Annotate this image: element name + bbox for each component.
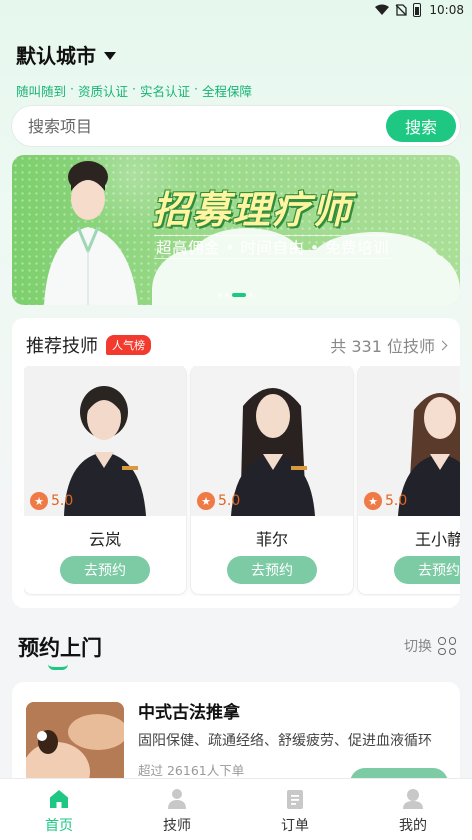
feature-separator: · xyxy=(194,81,198,96)
view-switch[interactable]: 切换 xyxy=(404,636,456,656)
city-selector[interactable]: 默认城市 xyxy=(0,20,472,69)
home-icon xyxy=(50,790,68,808)
order-icon xyxy=(287,790,303,809)
book-button[interactable]: 去预约 xyxy=(227,556,317,584)
tab-orders[interactable]: 订单 xyxy=(236,779,354,840)
banner-subtitle: 超高佣金 • 时间自由 • 免费培训 xyxy=(154,235,391,259)
technician-rating: ★ 5.0 xyxy=(197,492,240,510)
service-orders: 超过 26161人下单 xyxy=(138,763,245,778)
feature-separator: · xyxy=(132,81,136,96)
switch-label: 切换 xyxy=(404,639,432,655)
rating-value: 5.0 xyxy=(51,493,74,509)
indicator-dot xyxy=(218,293,222,297)
banner-therapist-image xyxy=(44,161,138,305)
tab-bar: 首页 技师 订单 我的 xyxy=(0,778,472,840)
book-button[interactable]: 去预约 xyxy=(60,556,150,584)
recommend-section: 推荐技师 人气榜 共 331 位技师 ★ 5.0 云岚 去预约 ★ 5.0 菲尔… xyxy=(12,318,460,608)
profile-icon xyxy=(403,789,423,809)
no-sim-icon xyxy=(395,4,408,16)
technician-rating: ★ 5.0 xyxy=(30,492,73,510)
city-label: 默认城市 xyxy=(16,44,96,68)
tab-home[interactable]: 首页 xyxy=(0,779,118,840)
feature-item: 随叫随到 xyxy=(16,84,67,99)
caret-down-icon xyxy=(104,51,116,60)
technician-list[interactable]: ★ 5.0 云岚 去预约 ★ 5.0 菲尔 去预约 ★ 5.0 王小静 去预约 xyxy=(24,366,460,596)
star-icon: ★ xyxy=(364,492,382,510)
status-time: 10:08 xyxy=(429,3,464,17)
status-icons xyxy=(375,3,422,17)
recommend-title: 推荐技师 xyxy=(26,336,98,357)
recruit-banner[interactable]: 招募理疗师 超高佣金 • 时间自由 • 免费培训 xyxy=(12,155,460,305)
status-bar: 10:08 xyxy=(0,0,472,20)
star-icon: ★ xyxy=(197,492,215,510)
feature-item: 全程保障 xyxy=(202,84,253,99)
search-input[interactable] xyxy=(28,116,386,136)
feature-item: 实名认证 xyxy=(140,84,191,99)
tab-technician[interactable]: 技师 xyxy=(118,779,236,840)
book-button[interactable]: 去预约 xyxy=(394,556,460,584)
technician-count-link[interactable]: 共 331 位技师 xyxy=(330,333,448,357)
section-title: 预约上门 xyxy=(18,636,102,660)
recommend-header: 推荐技师 人气榜 共 331 位技师 xyxy=(12,318,460,358)
search-bar: 搜索 xyxy=(12,106,460,146)
section-underline xyxy=(48,664,68,670)
star-icon: ★ xyxy=(30,492,48,510)
indicator-dot xyxy=(249,293,253,297)
banner-title: 招募理疗师 xyxy=(152,188,353,232)
technician-card[interactable]: ★ 5.0 云岚 去预约 xyxy=(24,366,186,594)
chevron-right-icon xyxy=(437,340,448,350)
banner-indicator xyxy=(218,293,253,297)
wifi-icon xyxy=(375,4,390,15)
tab-profile[interactable]: 我的 xyxy=(354,779,472,840)
technician-count: 共 331 位技师 xyxy=(330,337,435,356)
feature-list: 随叫随到 · 资质认证 · 实名认证 · 全程保障 xyxy=(0,69,472,100)
feature-item: 资质认证 xyxy=(78,84,129,99)
service-name: 中式古法推拿 xyxy=(138,703,240,723)
search-button[interactable]: 搜索 xyxy=(386,110,456,142)
indicator-dot xyxy=(225,293,229,297)
battery-icon xyxy=(413,3,422,17)
tab-label: 首页 xyxy=(45,818,73,834)
tab-label: 技师 xyxy=(163,818,191,834)
technician-name: 菲尔 xyxy=(255,530,288,549)
rating-value: 5.0 xyxy=(218,493,241,509)
popular-badge: 人气榜 xyxy=(106,335,151,355)
technician-rating: ★ 5.0 xyxy=(364,492,407,510)
tab-label: 我的 xyxy=(399,818,427,834)
rating-value: 5.0 xyxy=(385,493,408,509)
service-description: 固阳保健、疏通经络、舒缓疲劳、促进血液循环 xyxy=(138,733,432,749)
grid-icon xyxy=(438,637,456,655)
technician-card[interactable]: ★ 5.0 菲尔 去预约 xyxy=(191,366,353,594)
feature-separator: · xyxy=(70,81,74,96)
technician-icon xyxy=(168,789,186,809)
indicator-dot-active xyxy=(232,293,246,297)
technician-name: 王小静 xyxy=(414,530,460,549)
tab-label: 订单 xyxy=(281,818,309,834)
technician-card[interactable]: ★ 5.0 王小静 去预约 xyxy=(358,366,460,594)
technician-name: 云岚 xyxy=(88,530,121,549)
